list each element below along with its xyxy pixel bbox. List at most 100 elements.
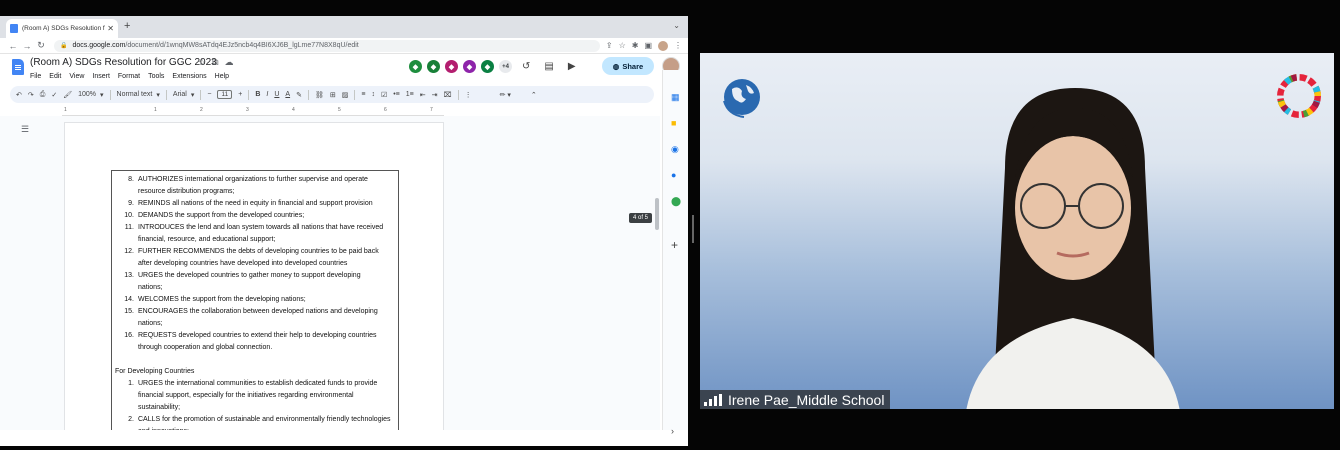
- extensions-icon[interactable]: ✱: [632, 41, 639, 51]
- document-line[interactable]: 9. REMINDS all nations of the need in equ…: [112, 198, 372, 210]
- kebab-menu-icon[interactable]: ⋮: [674, 41, 682, 51]
- more-options-icon[interactable]: ⋮: [465, 91, 472, 99]
- increase-indent-icon[interactable]: ⇥: [432, 91, 438, 99]
- back-icon[interactable]: ←: [6, 41, 20, 51]
- browser-tab[interactable]: (Room A) SDGs Resolution fo ✕: [6, 19, 118, 38]
- url-input[interactable]: 🔒 docs.google.com/document/d/1wnqMW8sATd…: [54, 39, 600, 52]
- document-line[interactable]: 11. INTRODUCES the lend and loan system t…: [112, 222, 383, 234]
- collaborator-avatar[interactable]: ◆: [480, 59, 495, 74]
- document-line[interactable]: [112, 354, 138, 366]
- vertical-scrollbar[interactable]: [655, 198, 659, 230]
- sidebar-icon[interactable]: ▣: [644, 41, 652, 51]
- new-tab-icon[interactable]: +: [124, 20, 130, 32]
- add-addon-icon[interactable]: +: [671, 238, 678, 252]
- underline-icon[interactable]: U: [274, 91, 279, 98]
- menu-help[interactable]: Help: [215, 73, 229, 80]
- menu-file[interactable]: File: [30, 73, 41, 80]
- italic-icon[interactable]: I: [266, 91, 268, 98]
- horizontal-ruler[interactable]: 1 1 2 3 4 5 6 7: [62, 106, 444, 116]
- collaborator-avatar[interactable]: ◆: [444, 59, 459, 74]
- bulleted-list-icon[interactable]: •≡: [393, 91, 400, 98]
- document-line[interactable]: after developing countries have develope…: [112, 258, 347, 270]
- split-divider[interactable]: [692, 215, 694, 243]
- share-page-icon[interactable]: ⇪: [606, 41, 613, 51]
- menu-edit[interactable]: Edit: [49, 73, 61, 80]
- document-line[interactable]: and innovations;: [112, 426, 189, 430]
- chevron-down-icon[interactable]: ⌄: [673, 21, 680, 30]
- maps-icon[interactable]: ⬤: [671, 196, 681, 207]
- tasks-icon[interactable]: ◉: [671, 144, 679, 155]
- star-icon[interactable]: ☆: [198, 57, 206, 68]
- document-page[interactable]: 8. AUTHORIZES international organizations…: [64, 122, 444, 430]
- collapse-menus-icon[interactable]: ⌃: [531, 91, 537, 99]
- font-select[interactable]: Arial ▾: [173, 91, 195, 99]
- decrease-indent-icon[interactable]: ⇤: [420, 91, 426, 99]
- section-heading[interactable]: For Developing Countries: [115, 366, 194, 378]
- highlight-icon[interactable]: ✎: [296, 91, 302, 99]
- menu-extensions[interactable]: Extensions: [172, 73, 206, 80]
- line-spacing-icon[interactable]: ↕: [371, 91, 375, 98]
- text-color-icon[interactable]: A: [285, 91, 290, 98]
- bold-icon[interactable]: B: [255, 91, 260, 98]
- menu-view[interactable]: View: [69, 73, 84, 80]
- menu-format[interactable]: Format: [118, 73, 140, 80]
- document-line[interactable]: nations;: [112, 282, 163, 294]
- profile-avatar[interactable]: [658, 40, 668, 51]
- contacts-icon[interactable]: ●: [671, 170, 676, 180]
- collaborator-avatar[interactable]: ◆: [426, 59, 441, 74]
- video-tile[interactable]: Irene Pae_Middle School: [700, 53, 1334, 409]
- calendar-icon[interactable]: ▦: [671, 92, 680, 103]
- zoom-select[interactable]: 100% ▾: [78, 91, 103, 99]
- style-select[interactable]: Normal text ▾: [117, 91, 160, 99]
- history-icon[interactable]: ↺: [522, 61, 530, 72]
- menu-tools[interactable]: Tools: [148, 73, 164, 80]
- reload-icon[interactable]: ↻: [34, 40, 48, 51]
- document-line[interactable]: nations;: [112, 318, 163, 330]
- docs-logo-icon[interactable]: [12, 59, 24, 75]
- insert-image-icon[interactable]: ▨: [342, 91, 349, 99]
- cloud-status-icon[interactable]: ☁: [225, 57, 234, 68]
- redo-icon[interactable]: ↷: [28, 91, 34, 99]
- document-canvas[interactable]: ☰ 8. AUTHORIZES international organizatio…: [0, 116, 660, 430]
- outline-icon[interactable]: ☰: [21, 124, 29, 135]
- document-line[interactable]: 2. CALLS for the promotion of sustainable…: [112, 414, 390, 426]
- keep-icon[interactable]: ■: [671, 118, 676, 128]
- document-line[interactable]: financial support, especially for the in…: [112, 390, 354, 402]
- font-size-input[interactable]: 11: [217, 90, 233, 99]
- document-line[interactable]: through cooperation and global connectio…: [112, 342, 272, 354]
- link-icon[interactable]: ⛓: [315, 91, 324, 99]
- star-icon[interactable]: ☆: [619, 41, 626, 51]
- print-icon[interactable]: ⎙: [40, 91, 46, 99]
- document-line[interactable]: 13. URGES the developed countries to gath…: [112, 270, 360, 282]
- decrease-font-icon[interactable]: −: [207, 91, 211, 98]
- undo-icon[interactable]: ↶: [16, 91, 22, 99]
- document-line[interactable]: 14. WELCOMES the support from the develop…: [112, 294, 305, 306]
- document-line[interactable]: 12. FURTHER RECOMMENDS the debts of devel…: [112, 246, 378, 258]
- chevron-right-icon[interactable]: ›: [671, 426, 674, 436]
- document-line[interactable]: 15. ENCOURAGES the collaboration between …: [112, 306, 377, 318]
- paint-format-icon[interactable]: 🖌: [63, 91, 72, 99]
- increase-font-icon[interactable]: +: [238, 91, 242, 98]
- menu-insert[interactable]: Insert: [92, 73, 110, 80]
- clear-formatting-icon[interactable]: ⌧: [444, 91, 452, 99]
- document-line[interactable]: financial, resource, and educational sup…: [112, 234, 275, 246]
- more-collaborators-badge[interactable]: +4: [498, 59, 513, 74]
- share-button[interactable]: ◍ Share: [602, 57, 654, 75]
- add-comment-icon[interactable]: ⊞: [330, 91, 336, 99]
- document-line[interactable]: 16. REQUESTS developed countries to exten…: [112, 330, 376, 342]
- numbered-list-icon[interactable]: 1≡: [406, 91, 414, 98]
- collaborator-avatar[interactable]: ◆: [408, 59, 423, 74]
- document-line[interactable]: 10. DEMANDS the support from the develope…: [112, 210, 304, 222]
- forward-icon[interactable]: →: [20, 41, 34, 51]
- align-icon[interactable]: ≡: [361, 91, 365, 98]
- editing-mode-icon[interactable]: ✏ ▾: [500, 91, 511, 99]
- document-line[interactable]: resource distribution programs;: [112, 186, 235, 198]
- meet-icon[interactable]: ▶: [568, 61, 576, 72]
- resolution-text-box[interactable]: 8. AUTHORIZES international organizations…: [111, 170, 399, 430]
- close-icon[interactable]: ✕: [107, 24, 114, 33]
- spellcheck-icon[interactable]: ✓: [51, 91, 57, 99]
- document-title[interactable]: (Room A) SDGs Resolution for GGC 2023: [30, 57, 217, 68]
- comments-icon[interactable]: ▤: [544, 61, 553, 72]
- checklist-icon[interactable]: ☑: [381, 91, 387, 99]
- document-line[interactable]: 1. URGES the international communities to…: [112, 378, 377, 390]
